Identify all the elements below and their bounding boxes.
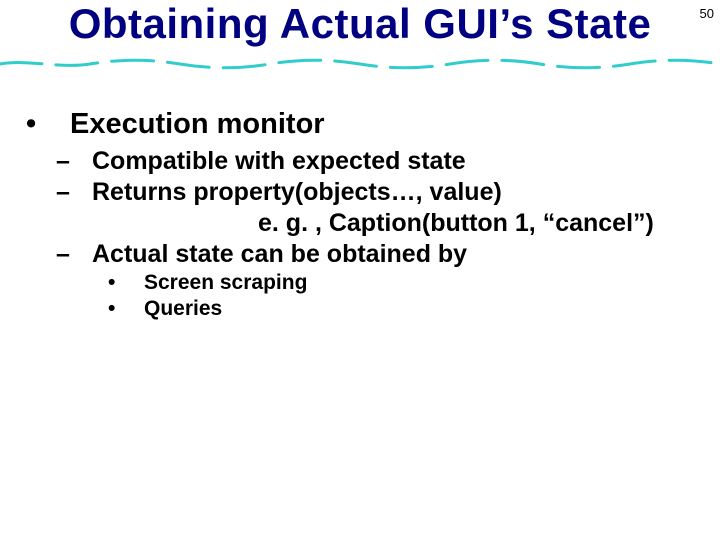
slide-title: Obtaining Actual GUI’s State [69, 0, 652, 48]
title-wrap: Obtaining Actual GUI’s State [30, 0, 690, 48]
slide-body: •Execution monitor –Compatible with expe… [48, 108, 672, 323]
bullet-text: e. g. , Caption(button 1, “cancel”) [258, 209, 654, 237]
bullet-lvl1: •Execution monitor [48, 108, 672, 141]
bullet-lvl2-continuation: e. g. , Caption(button 1, “cancel”) [48, 209, 672, 238]
bullet-text: Screen scraping [144, 271, 307, 294]
bullet-marker: • [126, 271, 144, 295]
dash-marker: – [74, 178, 92, 207]
dash-marker: – [74, 240, 92, 269]
bullet-text: Compatible with expected state [92, 147, 466, 175]
bullet-lvl2: –Compatible with expected state [48, 147, 672, 176]
bullet-marker: • [126, 297, 144, 321]
slide: 50 Obtaining Actual GUI’s State •Executi… [0, 0, 720, 540]
dash-marker: – [74, 147, 92, 176]
bullet-lvl2: –Actual state can be obtained by [48, 240, 672, 269]
bullet-marker: • [48, 108, 70, 141]
bullet-text: Actual state can be obtained by [92, 240, 467, 268]
title-underline [0, 58, 720, 68]
bullet-lvl3: •Queries [48, 297, 672, 321]
bullet-lvl3: •Screen scraping [48, 271, 672, 295]
page-number: 50 [700, 6, 714, 21]
bullet-text: Execution monitor [70, 108, 325, 140]
bullet-lvl2: –Returns property(objects…, value) [48, 178, 672, 207]
bullet-text: Queries [144, 297, 222, 320]
bullet-text: Returns property(objects…, value) [92, 178, 502, 206]
